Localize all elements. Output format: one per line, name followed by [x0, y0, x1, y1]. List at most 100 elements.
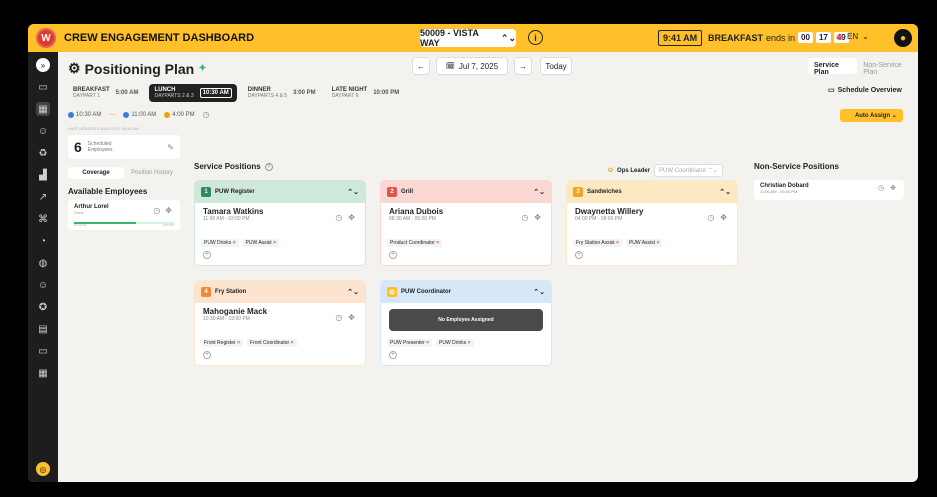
move-icon[interactable]: ✥ — [165, 206, 172, 215]
tab-coverage[interactable]: Coverage — [68, 167, 124, 179]
remove-icon[interactable]: × — [233, 240, 236, 246]
time-separator: — — [109, 111, 116, 118]
expand-icon[interactable]: » — [36, 58, 50, 72]
recycle-icon[interactable]: ♻ — [36, 146, 50, 160]
ops-leader-select[interactable]: PUW Coordinator ⌃⌄ — [654, 164, 723, 177]
smile-icon[interactable]: ☺ — [36, 278, 50, 292]
puzzle-icon[interactable]: ⌘ — [36, 212, 50, 226]
time-slot[interactable]: 10:30 AM — [68, 111, 101, 118]
add-icon[interactable]: + — [203, 351, 211, 359]
chart-icon[interactable]: ▟ — [36, 168, 50, 182]
date-picker[interactable]: 🗓 Jul 7, 2025 — [436, 57, 508, 75]
skill-tag[interactable]: PUW Assist × — [242, 239, 279, 247]
skill-tag[interactable]: Product Coordinator × — [387, 239, 443, 247]
clipboard-icon[interactable]: ▤ — [36, 322, 50, 336]
globe-icon[interactable]: ◎ — [36, 462, 50, 476]
add-icon[interactable]: + — [203, 251, 211, 259]
skill-tag-label: Front Coordinator — [250, 340, 290, 346]
calendar-icon[interactable]: ▦ — [36, 102, 50, 116]
chevron-updown-icon[interactable]: ⌃⌄ — [533, 288, 545, 296]
edit-icon[interactable]: ✎ — [167, 143, 174, 152]
position-card[interactable]: 2 Grill ⌃⌄ Ariana Dubois 08:30 AM - 05:00 PM… — [380, 180, 552, 266]
skill-tag[interactable]: PUW Drinks × — [436, 339, 474, 347]
medal-icon[interactable]: ✪ — [36, 300, 50, 314]
skill-tag[interactable]: PUW Presenter × — [387, 339, 433, 347]
clock-icon[interactable]: ◷ — [878, 184, 884, 192]
store-select[interactable]: 50009 - VISTA WAY ⌃⌄ — [420, 28, 516, 48]
clock-icon[interactable]: ◷ — [153, 206, 160, 215]
remove-icon[interactable]: × — [273, 240, 276, 246]
grid-icon[interactable]: ▦ — [36, 366, 50, 380]
meal-tab[interactable]: LATE NIGHT DAYPART 6 10:00 PM — [327, 84, 405, 102]
time-slot[interactable]: 4:00 PM — [164, 111, 195, 118]
date-value: Jul 7, 2025 — [458, 61, 499, 71]
remove-icon[interactable]: × — [426, 340, 429, 346]
service-plan-tab[interactable]: Service Plan — [808, 58, 858, 76]
chevron-updown-icon: ⌃⌄ — [707, 168, 718, 174]
schedule-icon: ▭ — [828, 87, 835, 94]
today-button[interactable]: Today — [540, 57, 572, 75]
info-icon[interactable]: i — [528, 30, 543, 45]
ops-leader-label: Ops Leader — [617, 167, 651, 174]
monitor-icon[interactable]: ▭ — [36, 80, 50, 94]
meal-tab[interactable]: BREAKFAST DAYPART 1 5:00 AM — [68, 84, 143, 102]
no-employee-assigned[interactable]: No Employee Assigned — [389, 309, 543, 331]
position-card[interactable]: 1 PUW Register ⌃⌄ Tamara Watkins 11:00 AM - … — [194, 180, 366, 266]
remove-icon[interactable]: × — [291, 340, 294, 346]
position-name: PUW Register — [215, 189, 255, 195]
help-icon[interactable]: ? — [264, 162, 273, 171]
prev-date-button[interactable]: ← — [412, 57, 430, 75]
non-service-employee-card[interactable]: Christian Dobard 11:00 AM - 03:00 PM ◷ ✥ — [754, 180, 904, 200]
clock-icon[interactable]: ◷ — [203, 110, 210, 119]
cup-icon[interactable]: ◍ — [36, 256, 50, 270]
clock-icon[interactable]: ◷ — [335, 213, 342, 222]
move-icon[interactable]: ✥ — [890, 184, 896, 192]
skill-tag[interactable]: Front Register × — [201, 339, 243, 347]
user-avatar-icon[interactable]: ● — [894, 29, 912, 47]
add-icon[interactable]: + — [575, 251, 583, 259]
auto-assign-button[interactable]: ⚡ Auto Assign ⌄ — [840, 109, 903, 122]
store-select-value: 50009 - VISTA WAY — [420, 28, 479, 48]
meal-tab[interactable]: DINNER DAYPARTS 4 & 5 3:00 PM — [243, 84, 321, 102]
remove-icon[interactable]: × — [436, 240, 439, 246]
position-card[interactable]: 3 Sandwiches ⌃⌄ Dwaynetta Willery 04:00 PM -… — [566, 180, 738, 266]
language-select[interactable]: ◉ EN ⌄ — [836, 32, 869, 41]
sidebar: » ▭ ▦ ☺ ♻ ▟ ↗ ⌘ ◔ ◍ ☺ ✪ ▤ ▭ ▦ ◎ — [28, 52, 58, 482]
skill-tag[interactable]: PUW Assist × — [625, 239, 663, 247]
move-icon[interactable]: ✥ — [534, 213, 541, 222]
timer-minutes: 17 — [815, 32, 831, 43]
available-employee-card[interactable]: Arthur Lorel Crew ◷ ✥ 10:00 AM 3:00 PM — [68, 200, 180, 230]
clock-icon[interactable]: ◷ — [335, 313, 342, 322]
clock-icon[interactable]: ◷ — [707, 213, 714, 222]
list-icon[interactable]: ▭ — [36, 344, 50, 358]
chevron-updown-icon[interactable]: ⌃⌄ — [347, 288, 359, 296]
schedule-overview-button[interactable]: ▭ Schedule Overview — [828, 86, 902, 95]
people-icon[interactable]: ☺ — [36, 124, 50, 138]
add-icon[interactable]: + — [389, 351, 397, 359]
meal-tab[interactable]: LUNCH DAYPARTS 2 & 3 10:30 AM — [149, 84, 237, 102]
move-icon[interactable]: ✥ — [720, 213, 727, 222]
remove-icon[interactable]: × — [656, 240, 659, 246]
chevron-updown-icon[interactable]: ⌃⌄ — [719, 188, 731, 196]
skill-tag[interactable]: PUW Drinks × — [201, 239, 239, 247]
add-icon[interactable]: + — [389, 251, 397, 259]
position-card[interactable]: ✪ PUW Coordinator ⌃⌄ No Employee Assigned PU… — [380, 280, 552, 366]
chevron-updown-icon[interactable]: ⌃⌄ — [347, 188, 359, 196]
trend-icon[interactable]: ↗ — [36, 190, 50, 204]
non-service-plan-tab[interactable]: Non-Service Plan — [857, 58, 918, 76]
skill-tag[interactable]: Front Coordinator × — [247, 339, 297, 347]
clock-icon[interactable]: ◷ — [521, 213, 528, 222]
move-icon[interactable]: ✥ — [348, 313, 355, 322]
chevron-updown-icon[interactable]: ⌃⌄ — [533, 188, 545, 196]
remove-icon[interactable]: × — [237, 340, 240, 346]
position-header: 4 Fry Station ⌃⌄ — [195, 281, 365, 303]
position-card[interactable]: 4 Fry Station ⌃⌄ Mahoganie Mack 10:30 AM - 0… — [194, 280, 366, 366]
remove-icon[interactable]: × — [616, 240, 619, 246]
next-date-button[interactable]: → — [514, 57, 532, 75]
timer-icon[interactable]: ◔ — [36, 234, 50, 248]
time-slot[interactable]: 11:00 AM — [123, 111, 156, 118]
tab-position-history[interactable]: Position History — [124, 167, 180, 179]
remove-icon[interactable]: × — [468, 340, 471, 346]
skill-tag[interactable]: Fry Station Assist × — [573, 239, 622, 247]
move-icon[interactable]: ✥ — [348, 213, 355, 222]
